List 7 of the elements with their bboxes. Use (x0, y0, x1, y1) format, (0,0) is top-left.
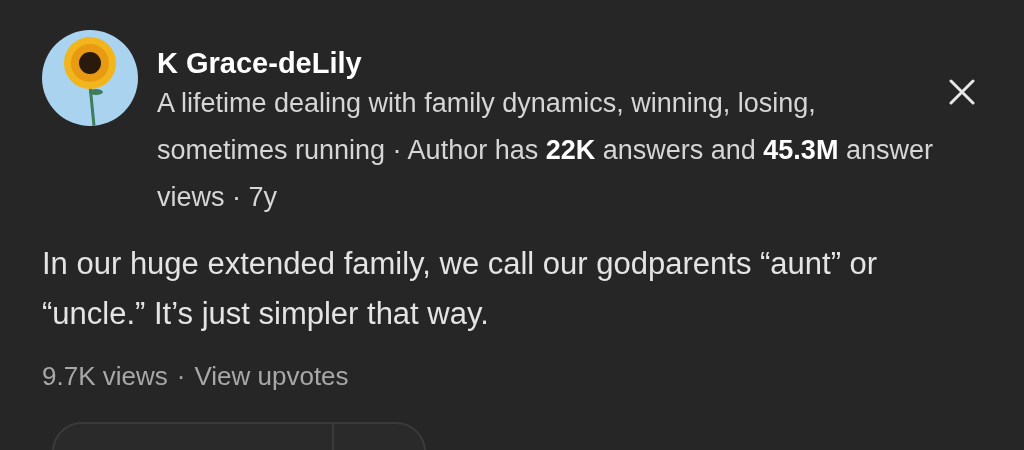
author-bio: A lifetime dealing with family dynamics, winning, losing, sometimes running · Author has 22K answers and 45.3M answer views · 7y (157, 87, 934, 214)
close-icon[interactable] (949, 79, 975, 105)
view-count: 9.7K views (42, 361, 168, 392)
answer-text: In our huge extended family, we call our godparents “aunt” or “uncle.” It’s just simpler that way. (42, 245, 879, 333)
view-upvotes-link[interactable]: View upvotes (194, 361, 349, 392)
author-name[interactable]: K Grace-deLily (157, 46, 937, 80)
separator-dot: · (176, 361, 186, 392)
